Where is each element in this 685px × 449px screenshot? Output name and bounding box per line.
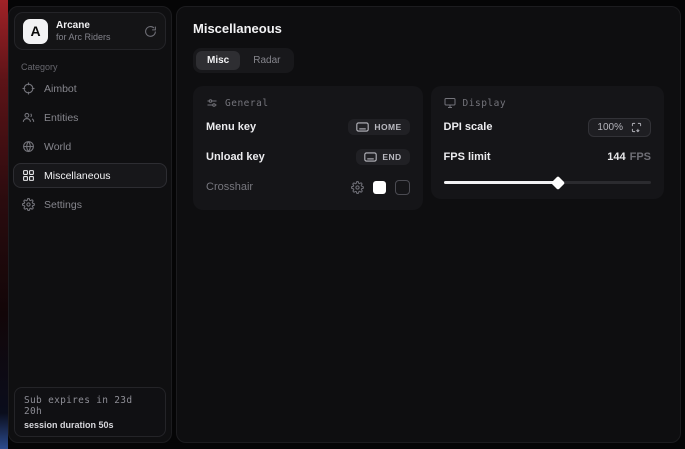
unload-key-row: Unload key END <box>206 145 410 169</box>
grid-icon <box>22 169 35 182</box>
session-duration-text: session duration 50s <box>24 420 156 430</box>
app-name: Arcane <box>56 20 136 32</box>
sub-expiry-text: Sub expires in 23d 20h <box>24 395 156 417</box>
crosshair-icon <box>22 82 35 95</box>
dpi-scale-select[interactable]: 100% <box>588 118 651 137</box>
fps-slider-thumb[interactable] <box>551 175 565 189</box>
unload-key-value: END <box>382 152 401 162</box>
sidebar-item-world[interactable]: World <box>13 134 167 159</box>
fps-limit-value: 144FPS <box>607 151 651 163</box>
refresh-icon[interactable] <box>144 25 157 38</box>
profile-text: Arcane for Arc Riders <box>56 20 136 42</box>
dpi-scale-row: DPI scale 100% <box>444 115 651 139</box>
unload-key-bind-button[interactable]: END <box>356 149 409 165</box>
display-card: Display DPI scale 100% <box>431 86 664 199</box>
tab-misc[interactable]: Misc <box>196 51 240 70</box>
tab-bar: Misc Radar <box>193 48 294 73</box>
desktop-wallpaper-edge <box>0 0 8 449</box>
fps-limit-label: FPS limit <box>444 151 491 163</box>
subscription-info: Sub expires in 23d 20h session duration … <box>14 387 166 437</box>
sidebar: A Arcane for Arc Riders Category Aimbot <box>8 6 172 443</box>
keyboard-icon <box>364 152 377 162</box>
crosshair-checkbox[interactable] <box>395 180 410 195</box>
display-card-title: Display <box>463 98 507 109</box>
globe-icon <box>22 140 35 153</box>
sidebar-item-miscellaneous[interactable]: Miscellaneous <box>13 163 167 188</box>
dpi-scale-value: 100% <box>597 122 623 133</box>
sidebar-item-aimbot[interactable]: Aimbot <box>13 76 167 101</box>
unload-key-label: Unload key <box>206 151 265 163</box>
users-icon <box>22 111 35 124</box>
tab-radar[interactable]: Radar <box>242 51 291 70</box>
sidebar-item-entities[interactable]: Entities <box>13 105 167 130</box>
profile-card[interactable]: A Arcane for Arc Riders <box>14 12 166 50</box>
app-logo: A <box>23 19 48 44</box>
sidebar-item-label: Entities <box>44 112 78 124</box>
sidebar-item-settings[interactable]: Settings <box>13 192 167 217</box>
selector-icon <box>631 122 642 133</box>
fps-slider-fill <box>444 181 558 184</box>
sidebar-nav: Aimbot Entities World M <box>9 76 171 217</box>
sidebar-item-label: Settings <box>44 199 82 211</box>
gear-icon <box>22 198 35 211</box>
general-card-title: General <box>225 98 269 109</box>
crosshair-color-swatch[interactable] <box>373 181 386 194</box>
crosshair-row: Crosshair <box>206 175 410 199</box>
page-title: Miscellaneous <box>193 21 664 36</box>
monitor-icon <box>444 97 456 109</box>
crosshair-settings-gear-icon[interactable] <box>351 181 364 194</box>
fps-unit: FPS <box>630 151 651 163</box>
menu-key-bind-button[interactable]: HOME <box>348 119 409 135</box>
category-label: Category <box>21 62 171 72</box>
fps-limit-slider[interactable] <box>444 176 651 188</box>
fps-limit-row: FPS limit 144FPS <box>444 145 651 169</box>
dpi-scale-label: DPI scale <box>444 121 493 133</box>
menu-key-value: HOME <box>374 122 401 132</box>
menu-key-row: Menu key HOME <box>206 115 410 139</box>
sidebar-item-label: Aimbot <box>44 83 77 95</box>
keyboard-icon <box>356 122 369 132</box>
app-subtitle: for Arc Riders <box>56 32 136 42</box>
main-panel: Miscellaneous Misc Radar General <box>176 6 681 443</box>
sidebar-item-label: World <box>44 141 71 153</box>
menu-key-label: Menu key <box>206 121 256 133</box>
crosshair-label: Crosshair <box>206 181 253 193</box>
sidebar-item-label: Miscellaneous <box>44 170 111 182</box>
sliders-icon <box>206 97 218 109</box>
general-card: General Menu key HOME Unload key <box>193 86 423 210</box>
